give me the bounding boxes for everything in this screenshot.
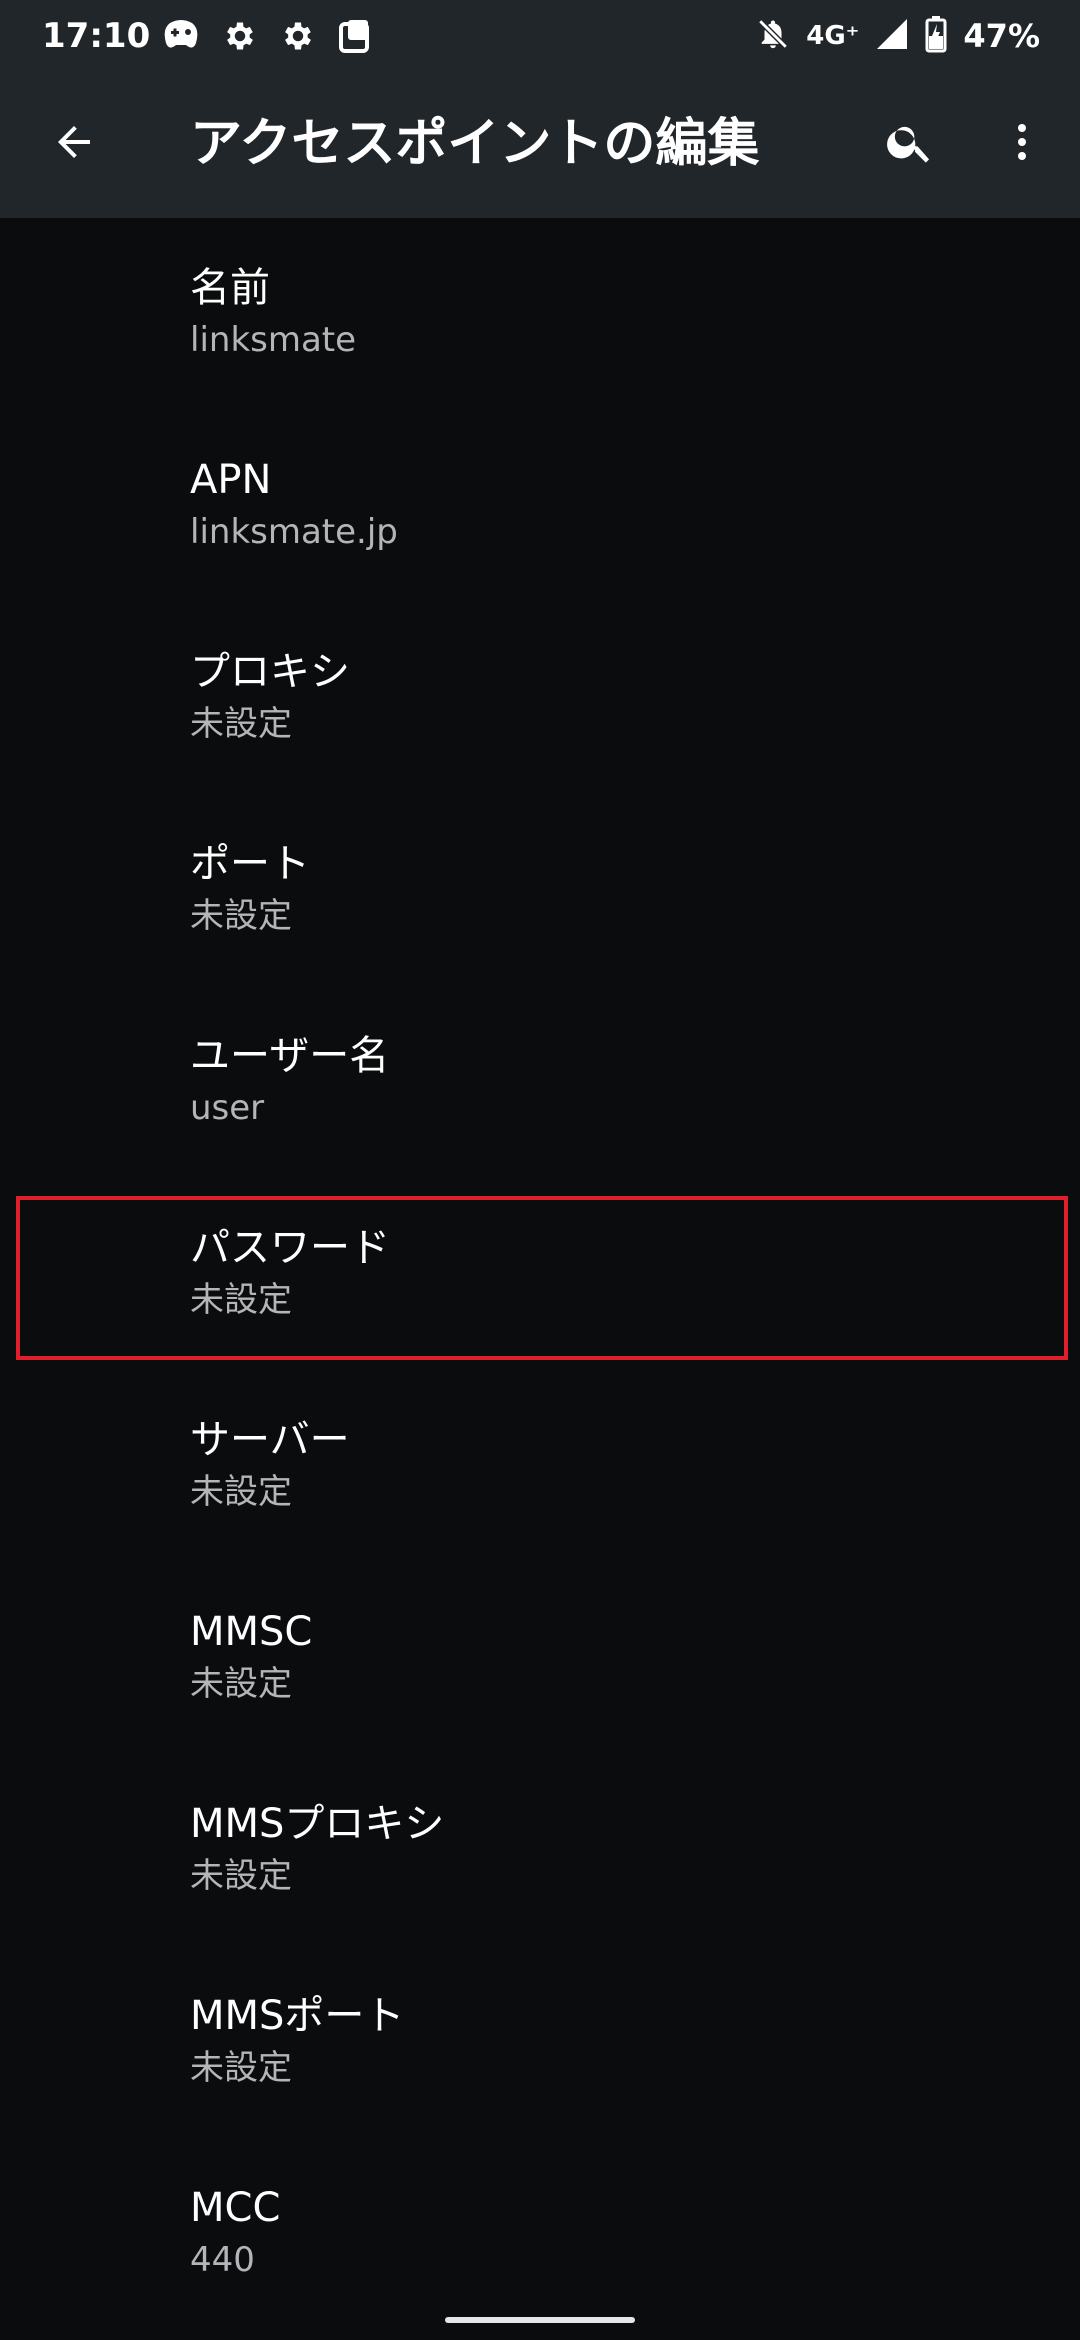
signal-icon — [875, 17, 909, 55]
pref-server[interactable]: サーバー 未設定 — [0, 1370, 1080, 1562]
pref-title: パスワード — [190, 1225, 390, 1271]
status-time: 17:10 — [42, 16, 151, 56]
status-system-icons: 4G⁺ 47% — [756, 12, 1040, 60]
more-options-button[interactable] — [986, 108, 1058, 180]
pref-summary: linksmate.jp — [190, 512, 398, 552]
pref-summary: 未設定 — [190, 1280, 292, 1320]
gear-icon — [280, 18, 316, 54]
back-button[interactable] — [38, 108, 110, 180]
pref-summary: linksmate — [190, 320, 357, 360]
gear-icon — [222, 18, 258, 54]
pref-password[interactable]: パスワード 未設定 — [0, 1178, 1080, 1370]
pref-title: MMSプロキシ — [190, 1801, 445, 1847]
pref-proxy[interactable]: プロキシ 未設定 — [0, 602, 1080, 794]
pref-title: プロキシ — [190, 649, 350, 695]
pref-mms-port[interactable]: MMSポート 未設定 — [0, 1946, 1080, 2138]
pref-summary: 未設定 — [190, 2048, 292, 2088]
pref-title: サーバー — [190, 1417, 350, 1463]
pref-title: MCC — [190, 2185, 281, 2231]
gesture-nav-handle[interactable] — [445, 2317, 635, 2323]
search-icon — [884, 116, 936, 172]
pref-username[interactable]: ユーザー名 user — [0, 986, 1080, 1178]
pref-title: ユーザー名 — [190, 1033, 390, 1079]
pref-summary: 未設定 — [190, 1664, 292, 1704]
network-type: 4G⁺ — [806, 21, 860, 51]
pref-title: MMSポート — [190, 1993, 405, 2039]
pref-summary: 未設定 — [190, 1472, 292, 1512]
pref-mmsc[interactable]: MMSC 未設定 — [0, 1562, 1080, 1754]
pref-summary: 未設定 — [190, 1856, 292, 1896]
pref-title: 名前 — [190, 265, 270, 311]
apn-settings-list: 名前 linksmate APN linksmate.jp プロキシ 未設定 ポ… — [0, 218, 1080, 2330]
status-bar: 17:10 4G⁺ 47% — [0, 0, 1080, 72]
search-button[interactable] — [874, 108, 946, 180]
pref-summary: 440 — [190, 2240, 255, 2280]
pref-title: MMSC — [190, 1609, 313, 1655]
pref-title: ポート — [190, 841, 310, 887]
game-controller-icon — [162, 19, 200, 53]
pref-summary: user — [190, 1088, 265, 1128]
pref-mcc[interactable]: MCC 440 — [0, 2138, 1080, 2330]
pref-summary: 未設定 — [190, 896, 292, 936]
notifications-muted-icon — [756, 16, 790, 56]
notification-card-icon — [338, 18, 372, 54]
status-notification-icons — [162, 16, 372, 56]
pref-apn[interactable]: APN linksmate.jp — [0, 410, 1080, 602]
pref-summary: 未設定 — [190, 704, 292, 744]
arrow-back-icon — [50, 118, 98, 170]
battery-charging-icon — [925, 15, 947, 57]
pref-title: APN — [190, 457, 272, 503]
app-bar: アクセスポイントの編集 — [0, 72, 1080, 218]
battery-percent: 47% — [963, 17, 1040, 55]
more-vert-icon — [998, 118, 1046, 170]
pref-name[interactable]: 名前 linksmate — [0, 218, 1080, 410]
page-title: アクセスポイントの編集 — [190, 114, 760, 174]
pref-port[interactable]: ポート 未設定 — [0, 794, 1080, 986]
pref-mms-proxy[interactable]: MMSプロキシ 未設定 — [0, 1754, 1080, 1946]
